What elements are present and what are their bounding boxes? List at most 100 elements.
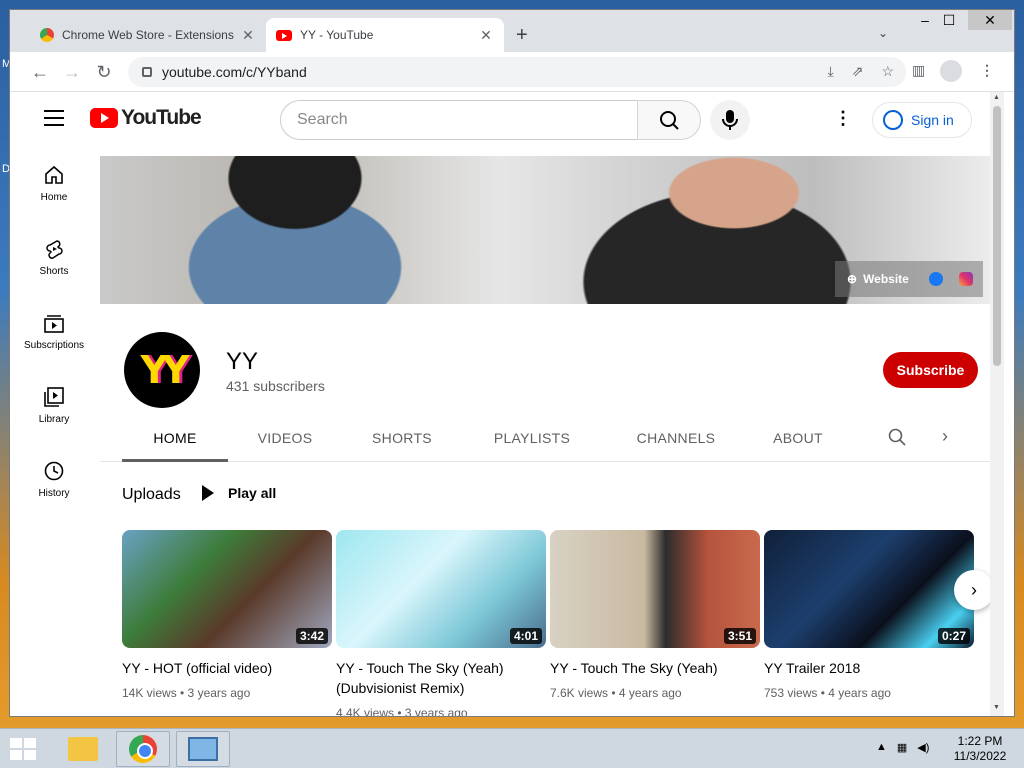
- volume-icon[interactable]: ◀): [917, 741, 929, 754]
- guide-label: Shorts: [39, 266, 69, 277]
- guide-label: Library: [38, 414, 70, 425]
- channel-avatar[interactable]: YY: [124, 332, 200, 408]
- uploads-heading[interactable]: Uploads: [122, 486, 181, 504]
- tab-search-chevron-icon[interactable]: ⌄: [878, 26, 888, 40]
- taskbar-chrome[interactable]: [116, 731, 170, 767]
- tab-home[interactable]: HOME: [122, 414, 228, 462]
- back-arrow-icon[interactable]: ←: [28, 60, 52, 84]
- video-thumbnail[interactable]: 3:42: [122, 530, 332, 648]
- windows-start-icon[interactable]: [10, 738, 38, 762]
- install-icon[interactable]: ⤓: [828, 63, 834, 80]
- tray-expand-icon[interactable]: ▲: [876, 741, 887, 754]
- tab-playlists[interactable]: PLAYLISTS: [476, 414, 588, 462]
- taskbar-network-app[interactable]: [176, 731, 230, 767]
- video-title[interactable]: YY Trailer 2018: [764, 658, 974, 678]
- video-card[interactable]: 0:27 YY Trailer 2018 753 views • 4 years…: [764, 530, 974, 700]
- subscriptions-icon: [44, 315, 64, 333]
- guide-label: History: [38, 488, 70, 499]
- subscribe-button[interactable]: Subscribe: [883, 352, 978, 388]
- chrome-icon: [129, 735, 157, 763]
- video-card[interactable]: 3:42 YY - HOT (official video) 14K views…: [122, 530, 332, 700]
- scroll-up-arrow-icon[interactable]: ▲: [993, 94, 1000, 101]
- taskbar: ▲ ▦ ◀) 1:22 PM 11/3/2022: [0, 728, 1024, 768]
- network-app-icon: [188, 737, 218, 761]
- guide-sidebar: Home Shorts Subscriptions Library Histor…: [18, 148, 90, 518]
- tab-videos[interactable]: VIDEOS: [242, 414, 328, 462]
- globe-icon: ⊕: [847, 272, 858, 286]
- play-all-button[interactable]: Play all: [202, 485, 276, 501]
- browser-toolbar: ← → ↻ youtube.com/c/YYband ⤓ ⇗ ☆ ▥ ⋮: [10, 52, 1014, 92]
- settings-dots-icon[interactable]: ⋮: [834, 108, 852, 129]
- chrome-menu-icon[interactable]: ⋮: [980, 62, 994, 79]
- guide-item-subscriptions[interactable]: Subscriptions: [18, 296, 90, 370]
- video-title[interactable]: YY - HOT (official video): [122, 658, 332, 678]
- library-icon: [44, 387, 64, 407]
- address-bar[interactable]: youtube.com/c/YYband ⤓ ⇗ ☆: [128, 57, 906, 87]
- guide-item-library[interactable]: Library: [18, 370, 90, 444]
- video-title[interactable]: YY - Touch The Sky (Yeah): [550, 658, 760, 678]
- youtube-logo[interactable]: YouTube: [90, 106, 202, 130]
- tabs-next-chevron-icon[interactable]: ›: [942, 426, 948, 447]
- close-tab-icon[interactable]: ✕: [240, 27, 256, 44]
- shelf-next-arrow-icon[interactable]: ›: [954, 570, 990, 610]
- taskbar-clock[interactable]: 1:22 PM 11/3/2022: [950, 734, 1010, 764]
- taskbar-file-explorer[interactable]: [56, 731, 110, 767]
- video-title[interactable]: YY - Touch The Sky (Yeah) (Dubvisionist …: [336, 658, 546, 698]
- channel-tabs: HOME VIDEOS SHORTS PLAYLISTS CHANNELS AB…: [100, 414, 990, 462]
- sign-in-label: Sign in: [911, 112, 954, 128]
- youtube-play-icon: [90, 108, 118, 128]
- banner-links: ⊕ Website: [835, 261, 983, 297]
- video-meta: 7.6K views • 4 years ago: [550, 686, 682, 700]
- page-scrollbar[interactable]: ▲ ▼: [990, 92, 1004, 716]
- hamburger-menu-icon[interactable]: [44, 110, 64, 131]
- website-link[interactable]: Website: [863, 272, 909, 286]
- search-input[interactable]: Search: [280, 100, 638, 140]
- search-button[interactable]: [637, 100, 701, 140]
- banner-image-person: [530, 156, 870, 304]
- desktop-label: D: [2, 163, 10, 175]
- channel-banner: ⊕ Website: [100, 156, 990, 304]
- guide-item-history[interactable]: History: [18, 444, 90, 518]
- logo-text: YouTube: [121, 106, 202, 129]
- maximize-button[interactable]: ☐: [934, 12, 964, 29]
- sign-in-button[interactable]: Sign in: [872, 102, 972, 138]
- guide-item-home[interactable]: Home: [18, 148, 90, 222]
- scroll-down-arrow-icon[interactable]: ▼: [993, 704, 1000, 711]
- tab-about[interactable]: ABOUT: [762, 414, 834, 462]
- video-thumbnail[interactable]: 4:01: [336, 530, 546, 648]
- tab-chrome-web-store[interactable]: Chrome Web Store - Extensions ✕: [30, 18, 266, 52]
- play-all-label: Play all: [228, 485, 277, 501]
- video-thumbnail[interactable]: 3:51: [550, 530, 760, 648]
- share-icon[interactable]: ⇗: [852, 63, 864, 80]
- forward-arrow-icon[interactable]: →: [60, 60, 84, 84]
- tab-channels[interactable]: CHANNELS: [618, 414, 734, 462]
- reload-icon[interactable]: ↻: [92, 60, 116, 84]
- close-window-button[interactable]: ✕: [968, 10, 1012, 30]
- tab-strip: Chrome Web Store - Extensions ✕ YY - You…: [10, 10, 1014, 52]
- close-tab-icon[interactable]: ✕: [478, 27, 494, 44]
- video-duration: 3:42: [295, 628, 328, 644]
- browser-window: Chrome Web Store - Extensions ✕ YY - You…: [10, 10, 1014, 716]
- channel-search-icon[interactable]: [888, 428, 906, 446]
- facebook-icon[interactable]: [928, 272, 943, 286]
- side-panel-icon[interactable]: ▥: [912, 62, 925, 79]
- video-card[interactable]: 4:01 YY - Touch The Sky (Yeah) (Dubvisio…: [336, 530, 546, 716]
- tab-youtube[interactable]: YY - YouTube ✕: [266, 18, 504, 52]
- profile-avatar-icon[interactable]: [940, 60, 962, 82]
- voice-search-button[interactable]: [710, 100, 750, 140]
- clock-date: 11/3/2022: [953, 749, 1007, 763]
- network-icon[interactable]: ▦: [897, 741, 907, 754]
- new-tab-button[interactable]: +: [516, 24, 528, 47]
- bookmark-star-icon[interactable]: ☆: [881, 63, 894, 80]
- scrollbar-thumb[interactable]: [993, 106, 1001, 366]
- tab-shorts[interactable]: SHORTS: [358, 414, 446, 462]
- video-card[interactable]: 3:51 YY - Touch The Sky (Yeah) 7.6K view…: [550, 530, 760, 700]
- instagram-icon[interactable]: [958, 272, 973, 286]
- video-duration: 4:01: [509, 628, 542, 644]
- account-icon: [883, 110, 903, 130]
- video-thumbnail[interactable]: 0:27: [764, 530, 974, 648]
- folder-icon: [68, 737, 98, 761]
- lock-icon: [142, 67, 152, 77]
- guide-item-shorts[interactable]: Shorts: [18, 222, 90, 296]
- shorts-icon: [46, 240, 63, 259]
